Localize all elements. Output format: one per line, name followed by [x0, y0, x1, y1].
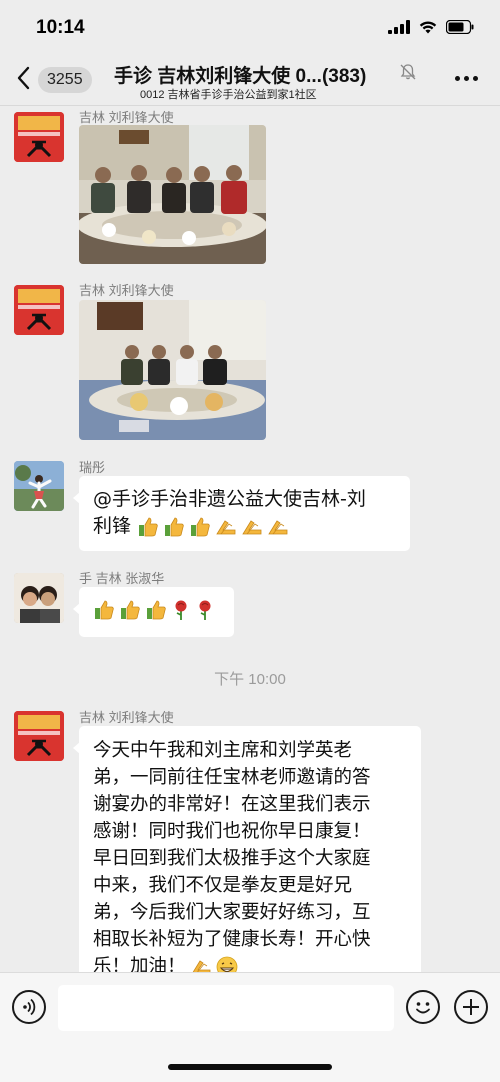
avatar-picture — [14, 573, 64, 623]
group-dinner-photo — [79, 125, 266, 264]
plus-icon — [463, 999, 479, 1015]
message-timestamp: 下午 10:00 — [214, 671, 286, 688]
message-text: 早日回到我们太极推手这个大家庭 — [93, 848, 371, 869]
message-text: 弟，今后我们大家要好好练习，互 — [93, 902, 371, 923]
group-dinner-photo-2 — [79, 300, 266, 440]
chat-title: 手诊 吉林刘利锋大使 0...(383) — [114, 66, 367, 87]
status-time: 10:14 — [36, 17, 85, 38]
sender-avatar[interactable] — [14, 573, 64, 623]
chat-subtitle: 0012 吉林省手诊手治公益到家1社区 — [140, 89, 317, 101]
avatar-picture — [14, 711, 64, 761]
message-text: 感谢！同时我们也祝你早日康复！ — [93, 821, 371, 842]
message-bubble[interactable]: @手诊手治非遗公益大使吉林-刘 利锋 — [73, 476, 410, 551]
cellular-signal-icon — [388, 20, 410, 34]
grinning-face-icon — [216, 956, 237, 972]
message-bubble[interactable]: 今天中午我和刘主席和刘学英老 弟，一同前往任宝林老师邀请的答 谢宴办的非常好！在… — [73, 726, 421, 972]
message-bubble[interactable] — [73, 587, 234, 637]
home-indicator[interactable] — [168, 1064, 332, 1070]
message-text: 乐！加油！ — [93, 956, 186, 972]
sender-name: 吉林 刘利锋大使 — [79, 710, 174, 725]
thumbs-up-icon — [165, 517, 184, 536]
sender-name: 吉林 刘利锋大使 — [79, 110, 174, 125]
wifi-icon — [419, 21, 437, 34]
fist-salute-icon — [268, 519, 288, 534]
dot — [455, 76, 460, 81]
status-icons — [388, 19, 474, 35]
message-text: 相取长补短为了健康长寿！开心快 — [93, 929, 371, 950]
more-options-button[interactable] — [455, 76, 478, 81]
fist-salute-icon — [242, 519, 262, 534]
message-text: 中来，我们不仅是拳友更是好兄 — [93, 875, 353, 896]
message-text: 谢宴办的非常好！在这里我们表示 — [93, 794, 371, 815]
fist-salute-icon — [216, 519, 236, 534]
sender-avatar[interactable] — [14, 461, 64, 511]
sender-name: 吉林 刘利锋大使 — [79, 283, 174, 298]
status-bar: 10:14 — [0, 0, 500, 50]
thumbs-up-icon — [191, 517, 210, 536]
message-text: @手诊手治非遗公益大使吉林-刘 — [93, 488, 366, 510]
voice-icon — [23, 998, 36, 1016]
sender-name: 手 吉林 张淑华 — [79, 571, 165, 586]
emoji-group — [93, 599, 234, 621]
smiley-face-icon — [416, 1002, 430, 1014]
emoji-group — [137, 516, 289, 538]
rose-icon — [199, 600, 211, 620]
avatar-picture — [14, 285, 64, 335]
thumbs-up-icon — [95, 600, 114, 620]
sender-name: 瑞彤 — [79, 460, 106, 475]
thumbs-up-icon — [147, 600, 166, 620]
battery-icon — [446, 20, 474, 34]
thumbs-up-icon — [139, 517, 158, 536]
rose-icon — [175, 600, 187, 620]
back-arrow-icon[interactable] — [14, 64, 34, 92]
sender-avatar[interactable] — [14, 112, 64, 162]
chat-message-list[interactable]: 吉林 刘利锋大使 吉林 刘利锋大使 瑞彤 @手诊手治非遗公益大使吉林-刘 利锋 … — [0, 107, 500, 972]
sender-avatar[interactable] — [14, 711, 64, 761]
avatar-picture — [14, 461, 64, 511]
message-text: 利锋 — [93, 515, 132, 537]
sender-avatar[interactable] — [14, 285, 64, 335]
emoji-picker-button[interactable] — [406, 990, 440, 1024]
message-text: 今天中午我和刘主席和刘学英老 — [93, 740, 353, 761]
chat-header: 3255 手诊 吉林刘利锋大使 0...(383) 0012 吉林省手诊手治公益… — [0, 50, 500, 106]
message-image[interactable] — [79, 300, 266, 440]
message-text-line: 乐！加油！ — [93, 953, 407, 972]
message-image[interactable] — [79, 125, 266, 264]
mute-bell-icon — [400, 64, 416, 80]
message-text-line: 利锋 — [93, 513, 396, 540]
more-functions-button[interactable] — [454, 990, 488, 1024]
fist-salute-icon — [191, 959, 210, 972]
message-text-input[interactable] — [58, 985, 394, 1031]
unread-count-badge[interactable]: 3255 — [38, 67, 92, 93]
thumbs-up-icon — [121, 600, 140, 620]
voice-input-button[interactable] — [12, 990, 46, 1024]
dot — [473, 76, 478, 81]
message-text: 弟，一同前往任宝林老师邀请的答 — [93, 767, 371, 788]
dot — [464, 76, 469, 81]
avatar-picture — [14, 112, 64, 162]
